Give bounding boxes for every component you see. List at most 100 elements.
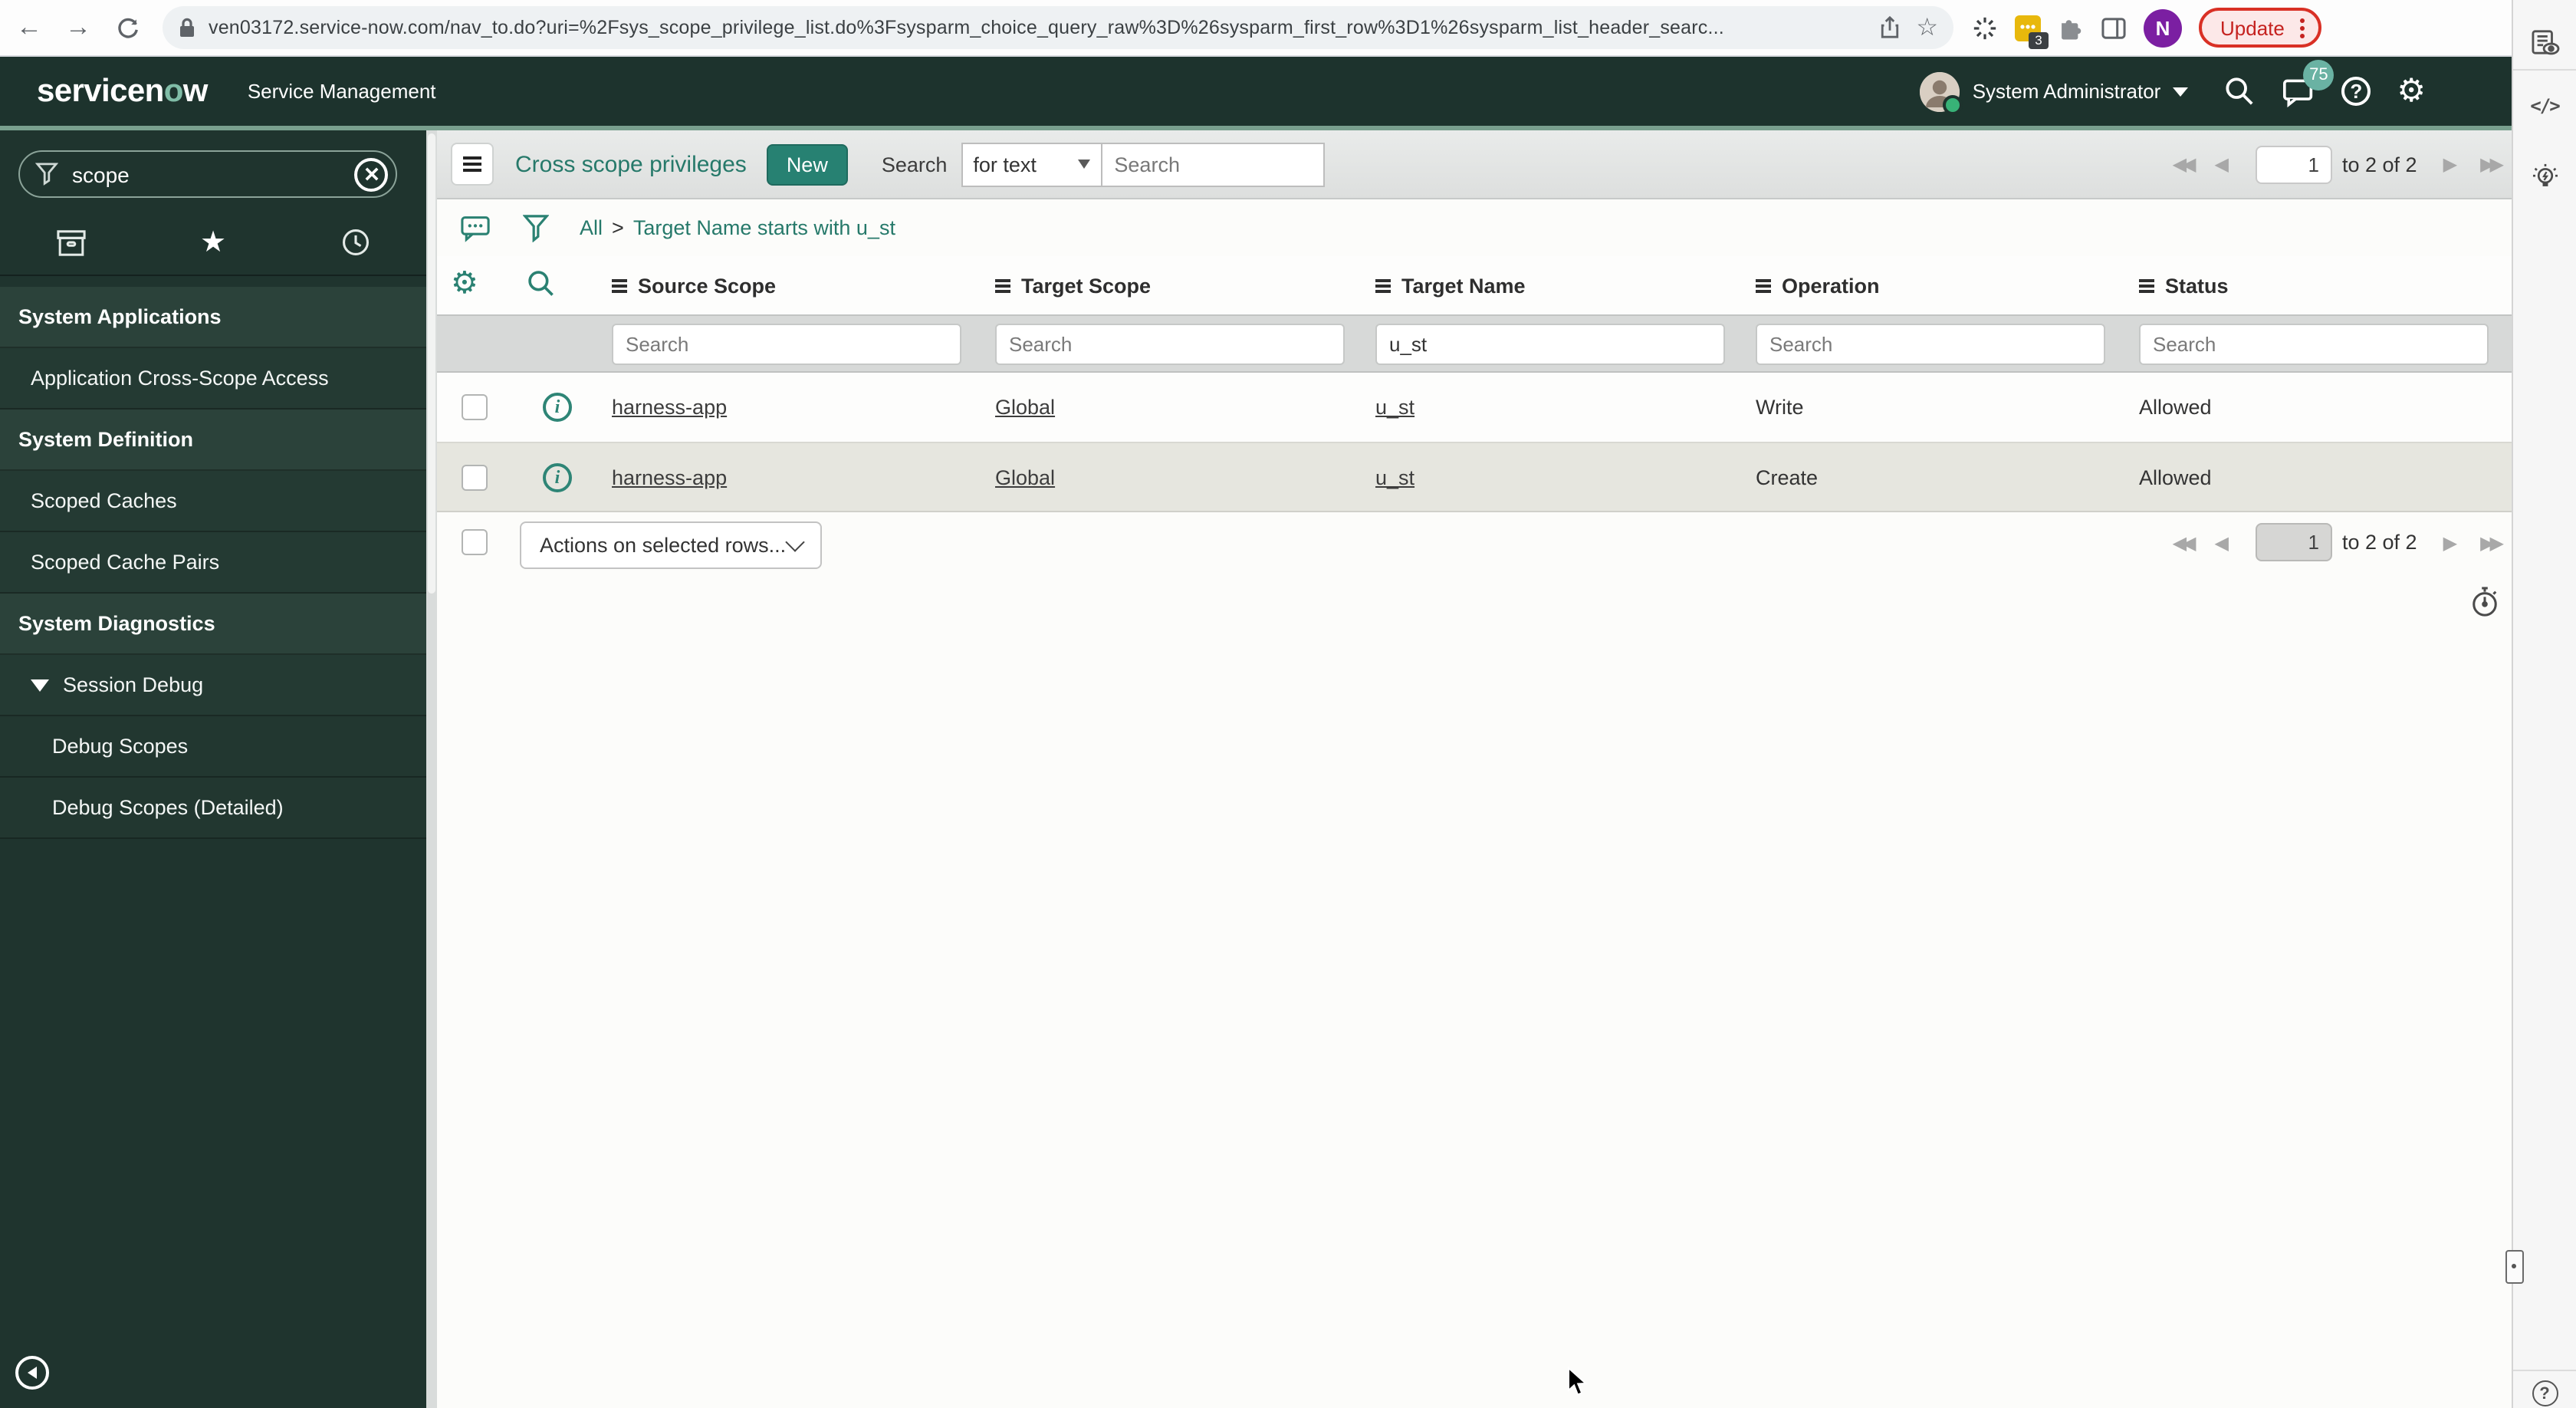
pagination-top: ◀◀ ◀ to 2 of 2 ▶ ▶▶ bbox=[2173, 145, 2504, 183]
list-context-menu-button[interactable] bbox=[451, 143, 494, 186]
search-type-select[interactable]: for text bbox=[961, 142, 1102, 186]
browser-profile-avatar[interactable]: N bbox=[2144, 8, 2182, 47]
filter-source-scope-input[interactable] bbox=[612, 324, 961, 365]
nav-item-debug-scopes[interactable]: Debug Scopes bbox=[0, 716, 426, 778]
side-panel-icon[interactable] bbox=[2101, 16, 2127, 39]
new-button[interactable]: New bbox=[766, 143, 848, 185]
sidebar-scrollbar[interactable] bbox=[426, 130, 437, 1408]
cell-source-scope-link[interactable]: harness-app bbox=[612, 396, 727, 419]
screen: ← → ven03172.service-now.com/nav_to.do?u… bbox=[0, 0, 2576, 1408]
user-menu[interactable]: System Administrator bbox=[1920, 71, 2189, 114]
list-chat-icon[interactable] bbox=[460, 214, 491, 242]
column-header-target-name[interactable]: Target Name bbox=[1375, 256, 1526, 314]
browser-update-button[interactable]: Update bbox=[2199, 8, 2321, 48]
browser-reload-icon[interactable] bbox=[107, 8, 147, 48]
cell-status: Allowed bbox=[2139, 465, 2212, 489]
global-search-icon[interactable] bbox=[2223, 75, 2256, 107]
table-row[interactable]: i harness-app Global u_st Create Allowed bbox=[437, 443, 2512, 512]
hamburger-icon bbox=[463, 156, 481, 160]
column-header-source-scope[interactable]: Source Scope bbox=[612, 256, 776, 314]
nav-item-debug-scopes-detailed[interactable]: Debug Scopes (Detailed) bbox=[0, 778, 426, 839]
strip-drag-handle[interactable] bbox=[2505, 1250, 2524, 1284]
spinner-extension-icon[interactable] bbox=[1972, 15, 1998, 41]
url-text: ven03172.service-now.com/nav_to.do?uri=%… bbox=[209, 17, 1724, 38]
conversations-icon[interactable]: 75 bbox=[2282, 59, 2334, 107]
page-number-input[interactable] bbox=[2255, 523, 2331, 561]
tab-history[interactable] bbox=[284, 210, 426, 275]
nav-item-application-cross-scope-access[interactable]: Application Cross-Scope Access bbox=[0, 348, 426, 410]
help-icon[interactable]: ? bbox=[2341, 77, 2371, 106]
nav-section-system-diagnostics[interactable]: System Diagnostics bbox=[0, 594, 426, 655]
prev-page-icon[interactable]: ◀ bbox=[2215, 533, 2229, 551]
strip-help-icon[interactable]: ? bbox=[2532, 1380, 2558, 1406]
filter-operation-input[interactable] bbox=[1756, 324, 2105, 365]
nav-section-system-applications[interactable]: System Applications bbox=[0, 287, 426, 348]
column-menu-icon[interactable] bbox=[612, 278, 627, 281]
last-page-icon[interactable]: ▶▶ bbox=[2480, 155, 2504, 173]
table-row[interactable]: i harness-app Global u_st Write Allowed bbox=[437, 373, 2512, 443]
list-title[interactable]: Cross scope privileges bbox=[515, 151, 747, 177]
last-page-icon[interactable]: ▶▶ bbox=[2480, 533, 2504, 551]
row-info-icon[interactable]: i bbox=[543, 393, 572, 422]
cell-target-scope-link[interactable]: Global bbox=[995, 396, 1055, 419]
breadcrumb-filter-link[interactable]: Target Name starts with u_st bbox=[633, 216, 895, 239]
row-checkbox[interactable] bbox=[462, 465, 488, 491]
filter-target-scope-input[interactable] bbox=[995, 324, 1345, 365]
select-all-checkbox[interactable] bbox=[462, 529, 488, 555]
column-header-target-scope[interactable]: Target Scope bbox=[995, 256, 1151, 314]
servicenow-logo[interactable]: servicenow bbox=[37, 73, 208, 110]
tab-all-applications[interactable] bbox=[0, 210, 142, 275]
browser-menu-icon[interactable] bbox=[2295, 18, 2309, 38]
next-page-icon[interactable]: ▶ bbox=[2443, 533, 2457, 551]
column-search-toggle-icon[interactable] bbox=[526, 268, 557, 299]
filter-clear-icon[interactable] bbox=[354, 157, 388, 191]
search-label: Search bbox=[881, 153, 948, 176]
list-search-input[interactable] bbox=[1100, 142, 1325, 186]
bookmark-star-icon[interactable]: ☆ bbox=[1916, 12, 1938, 43]
puzzle-extensions-icon[interactable] bbox=[2058, 15, 2084, 41]
response-time-icon[interactable] bbox=[2470, 586, 2499, 618]
first-page-icon[interactable]: ◀◀ bbox=[2173, 155, 2196, 173]
nav-item-scoped-caches[interactable]: Scoped Caches bbox=[0, 471, 426, 532]
column-menu-icon[interactable] bbox=[995, 278, 1010, 281]
browser-forward-icon[interactable]: → bbox=[58, 8, 98, 48]
browser-back-icon[interactable]: ← bbox=[9, 8, 49, 48]
filter-status-input[interactable] bbox=[2139, 324, 2489, 365]
row-checkbox[interactable] bbox=[462, 394, 488, 420]
cell-target-name-link[interactable]: u_st bbox=[1375, 396, 1414, 419]
actions-select[interactable]: Actions on selected rows... bbox=[520, 521, 822, 569]
nav-item-scoped-cache-pairs[interactable]: Scoped Cache Pairs bbox=[0, 532, 426, 594]
banner-controls: System Administrator 75 ? ⚙ bbox=[1920, 57, 2426, 126]
page-number-input[interactable] bbox=[2255, 145, 2331, 183]
filter-builder-icon[interactable] bbox=[523, 213, 549, 242]
column-menu-icon[interactable] bbox=[1756, 278, 1771, 281]
next-page-icon[interactable]: ▶ bbox=[2443, 155, 2457, 173]
column-header-operation[interactable]: Operation bbox=[1756, 256, 1880, 314]
reading-list-icon[interactable] bbox=[2530, 29, 2559, 55]
column-menu-icon[interactable] bbox=[2139, 278, 2154, 281]
code-panel-icon[interactable]: </> bbox=[2530, 95, 2560, 117]
extension-dots bbox=[2019, 24, 2036, 28]
filter-target-name-input[interactable] bbox=[1375, 324, 1725, 365]
yellow-extension-icon[interactable]: 3 bbox=[2015, 15, 2049, 48]
insight-lightbulb-icon[interactable] bbox=[2528, 163, 2561, 195]
settings-gear-icon[interactable]: ⚙ bbox=[2397, 74, 2426, 107]
sidebar-collapse-button[interactable] bbox=[15, 1356, 49, 1390]
first-page-icon[interactable]: ◀◀ bbox=[2173, 533, 2196, 551]
cell-target-scope-link[interactable]: Global bbox=[995, 465, 1055, 489]
prev-page-icon[interactable]: ◀ bbox=[2215, 155, 2229, 173]
breadcrumb-all-link[interactable]: All bbox=[580, 216, 603, 239]
row-info-icon[interactable]: i bbox=[543, 463, 572, 492]
share-icon[interactable] bbox=[1878, 15, 1901, 40]
pagination-bottom: ◀◀ ◀ to 2 of 2 ▶ ▶▶ bbox=[2173, 523, 2504, 561]
cell-source-scope-link[interactable]: harness-app bbox=[612, 465, 727, 489]
nav-toggle-session-debug[interactable]: Session Debug bbox=[0, 655, 426, 716]
cell-target-name-link[interactable]: u_st bbox=[1375, 465, 1414, 489]
personalize-list-gear-icon[interactable]: ⚙ bbox=[451, 268, 478, 299]
column-header-status[interactable]: Status bbox=[2139, 256, 2229, 314]
nav-section-system-definition[interactable]: System Definition bbox=[0, 410, 426, 471]
column-menu-icon[interactable] bbox=[1375, 278, 1391, 281]
address-bar[interactable]: ven03172.service-now.com/nav_to.do?uri=%… bbox=[163, 6, 1953, 49]
tab-favorites[interactable]: ★ bbox=[142, 210, 284, 275]
navigator-filter-input[interactable]: scope bbox=[18, 150, 397, 198]
